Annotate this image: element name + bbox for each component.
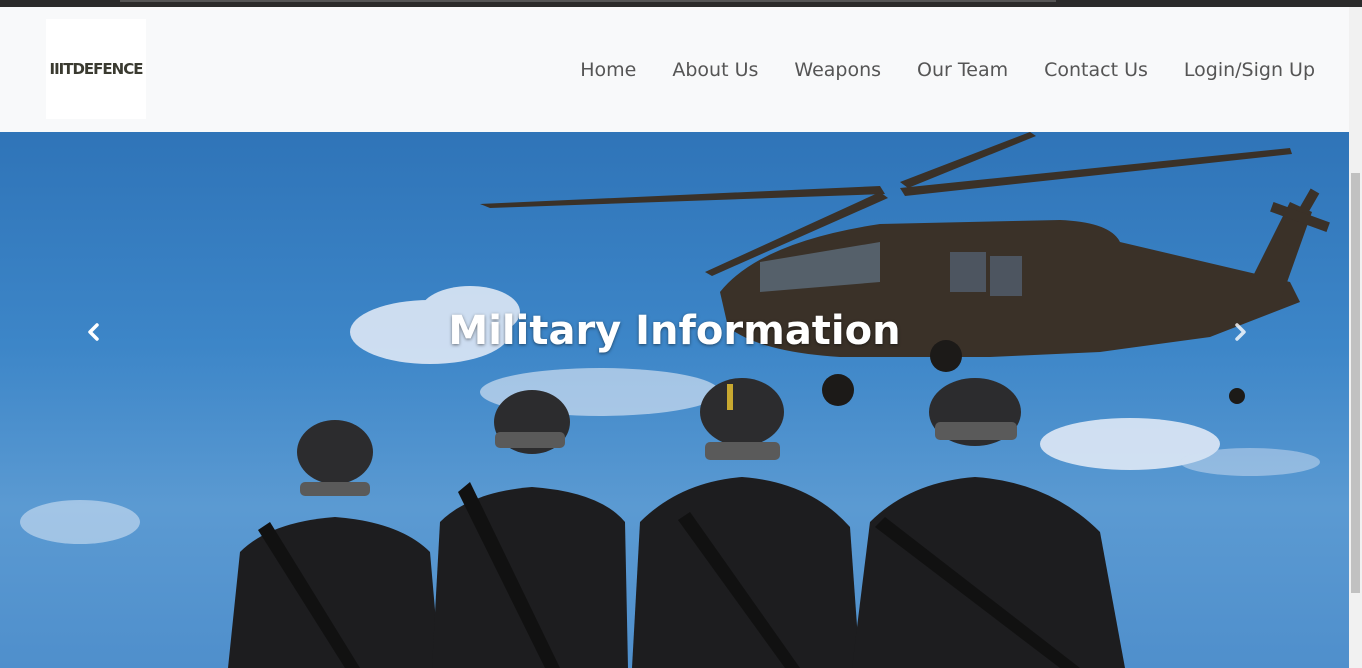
page-scrollbar[interactable] bbox=[1349, 7, 1362, 668]
hero-image bbox=[20, 132, 1330, 668]
nav-weapons[interactable]: Weapons bbox=[794, 59, 881, 81]
soldiers bbox=[228, 378, 1125, 668]
nav-home[interactable]: Home bbox=[580, 59, 636, 81]
hero-carousel: Military Information bbox=[0, 132, 1349, 668]
nav-login-signup[interactable]: Login/Sign Up bbox=[1184, 59, 1315, 81]
carousel-caption: Military Information bbox=[448, 308, 901, 354]
nav-about-us[interactable]: About Us bbox=[672, 59, 758, 81]
logo-text: IIITDEFENCE bbox=[49, 60, 144, 78]
helicopter bbox=[480, 132, 1330, 406]
navbar: IIITDEFENCE Home About Us Weapons Our Te… bbox=[0, 7, 1349, 132]
chevron-right-icon bbox=[1235, 323, 1246, 341]
top-strip-line bbox=[120, 0, 1056, 2]
nav-menu: Home About Us Weapons Our Team Contact U… bbox=[544, 7, 1315, 132]
brand-logo[interactable]: IIITDEFENCE bbox=[46, 19, 146, 119]
nav-contact-us[interactable]: Contact Us bbox=[1044, 59, 1148, 81]
carousel-next-button[interactable] bbox=[1232, 322, 1262, 352]
scrollbar-thumb[interactable] bbox=[1351, 173, 1360, 593]
nav-our-team[interactable]: Our Team bbox=[917, 59, 1008, 81]
browser-top-strip bbox=[0, 0, 1362, 7]
